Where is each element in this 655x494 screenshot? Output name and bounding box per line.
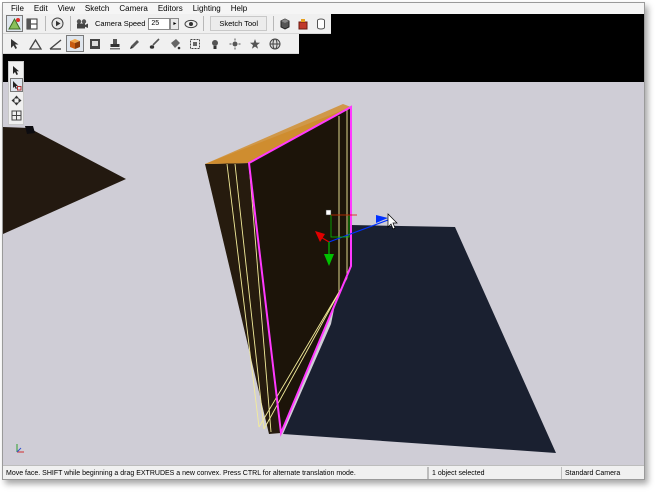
object-icon <box>280 17 290 30</box>
camera-button[interactable] <box>74 15 91 32</box>
main-toolbar: Camera Speed ▸ Sketch Tool <box>3 14 331 34</box>
triangle-right-icon: ▸ <box>173 21 177 27</box>
pointer-mode-button[interactable] <box>6 35 24 52</box>
menu-camera[interactable]: Camera <box>114 3 152 14</box>
camera-speed-input[interactable] <box>148 17 171 30</box>
camera-edit-icon <box>90 38 100 49</box>
edge-mode-button[interactable] <box>46 35 64 52</box>
gizmo-center-handle[interactable] <box>325 209 332 216</box>
move-tool-icon <box>11 95 21 105</box>
material-icon <box>298 18 308 29</box>
sun-button[interactable] <box>226 35 244 52</box>
3d-viewport[interactable] <box>3 82 644 465</box>
toolbar-separator <box>273 16 274 31</box>
object-button[interactable] <box>277 15 294 32</box>
toolbar-separator <box>44 16 46 31</box>
camera-speed-label: Camera Speed <box>94 19 146 28</box>
layout-button[interactable] <box>24 15 41 32</box>
paint-icon <box>130 39 139 49</box>
snap-tool-button[interactable] <box>10 108 23 122</box>
snap-tool-icon <box>11 110 21 120</box>
brush-button[interactable] <box>146 35 164 52</box>
light-button[interactable] <box>206 35 224 52</box>
play-icon <box>51 17 64 30</box>
light-icon <box>212 39 218 49</box>
stamp-icon <box>110 38 120 49</box>
select-tool-button[interactable] <box>10 63 23 77</box>
modes-toolbar <box>3 34 299 54</box>
menu-view[interactable]: View <box>53 3 80 14</box>
cylinder-icon <box>317 18 326 29</box>
material-button[interactable] <box>295 15 312 32</box>
left-object <box>3 127 126 234</box>
globe-icon <box>269 38 281 49</box>
play-button[interactable] <box>49 15 66 32</box>
bucket-icon <box>171 38 181 49</box>
sketch-tool-icon <box>12 80 21 90</box>
menu-file[interactable]: File <box>6 3 29 14</box>
camera-speed-spin-button[interactable]: ▸ <box>170 17 180 30</box>
status-camera-mode: Standard Camera <box>565 470 621 477</box>
axis-indicator-icon <box>16 444 24 453</box>
frame-button[interactable] <box>186 35 204 52</box>
star-button[interactable] <box>246 35 264 52</box>
sketch-tool-button[interactable]: Sketch Tool <box>210 16 267 31</box>
layout-icon <box>26 18 38 29</box>
menu-help[interactable]: Help <box>226 3 252 14</box>
paint-button[interactable] <box>126 35 144 52</box>
bucket-button[interactable] <box>166 35 184 52</box>
menu-sketch[interactable]: Sketch <box>80 3 114 14</box>
add-scene-icon <box>8 17 21 30</box>
menu-bar: File Edit View Sketch Camera Editors Lig… <box>3 3 644 14</box>
scene-canvas[interactable] <box>3 82 645 465</box>
move-tool-button[interactable] <box>10 93 23 107</box>
camera-icon <box>77 18 89 28</box>
eye-icon <box>184 19 198 28</box>
camera-edit-button[interactable] <box>86 35 104 52</box>
frame-icon <box>190 38 200 49</box>
menu-edit[interactable]: Edit <box>29 3 53 14</box>
app-window: File Edit View Sketch Camera Editors Lig… <box>2 2 645 480</box>
star-icon <box>250 38 260 49</box>
status-bar: Move face. SHIFT while beginning a drag … <box>3 465 644 479</box>
triangle-icon <box>28 38 42 50</box>
eye-button[interactable] <box>182 15 199 32</box>
status-hint-text: Move face. SHIFT while beginning a drag … <box>3 467 428 479</box>
triangle-mode-button[interactable] <box>26 35 44 52</box>
toolbar-separator <box>69 16 71 31</box>
menu-editors[interactable]: Editors <box>153 3 188 14</box>
stamp-button[interactable] <box>106 35 124 52</box>
add-scene-button[interactable] <box>6 15 23 32</box>
sun-icon <box>229 38 241 49</box>
sketch-tool-left-button[interactable] <box>9 78 23 92</box>
edge-icon <box>49 38 61 50</box>
cube-icon <box>70 38 80 49</box>
cylinder-button[interactable] <box>313 15 330 32</box>
status-selection-count: 1 object selected <box>428 467 562 479</box>
menu-lighting[interactable]: Lighting <box>188 3 226 14</box>
brush-icon <box>149 37 160 49</box>
select-arrow-icon <box>13 65 19 75</box>
pointer-icon <box>11 38 19 49</box>
globe-button[interactable] <box>266 35 284 52</box>
left-toolbar <box>8 61 24 125</box>
toolbar-separator <box>203 16 205 31</box>
cube-mode-button[interactable] <box>66 35 84 52</box>
